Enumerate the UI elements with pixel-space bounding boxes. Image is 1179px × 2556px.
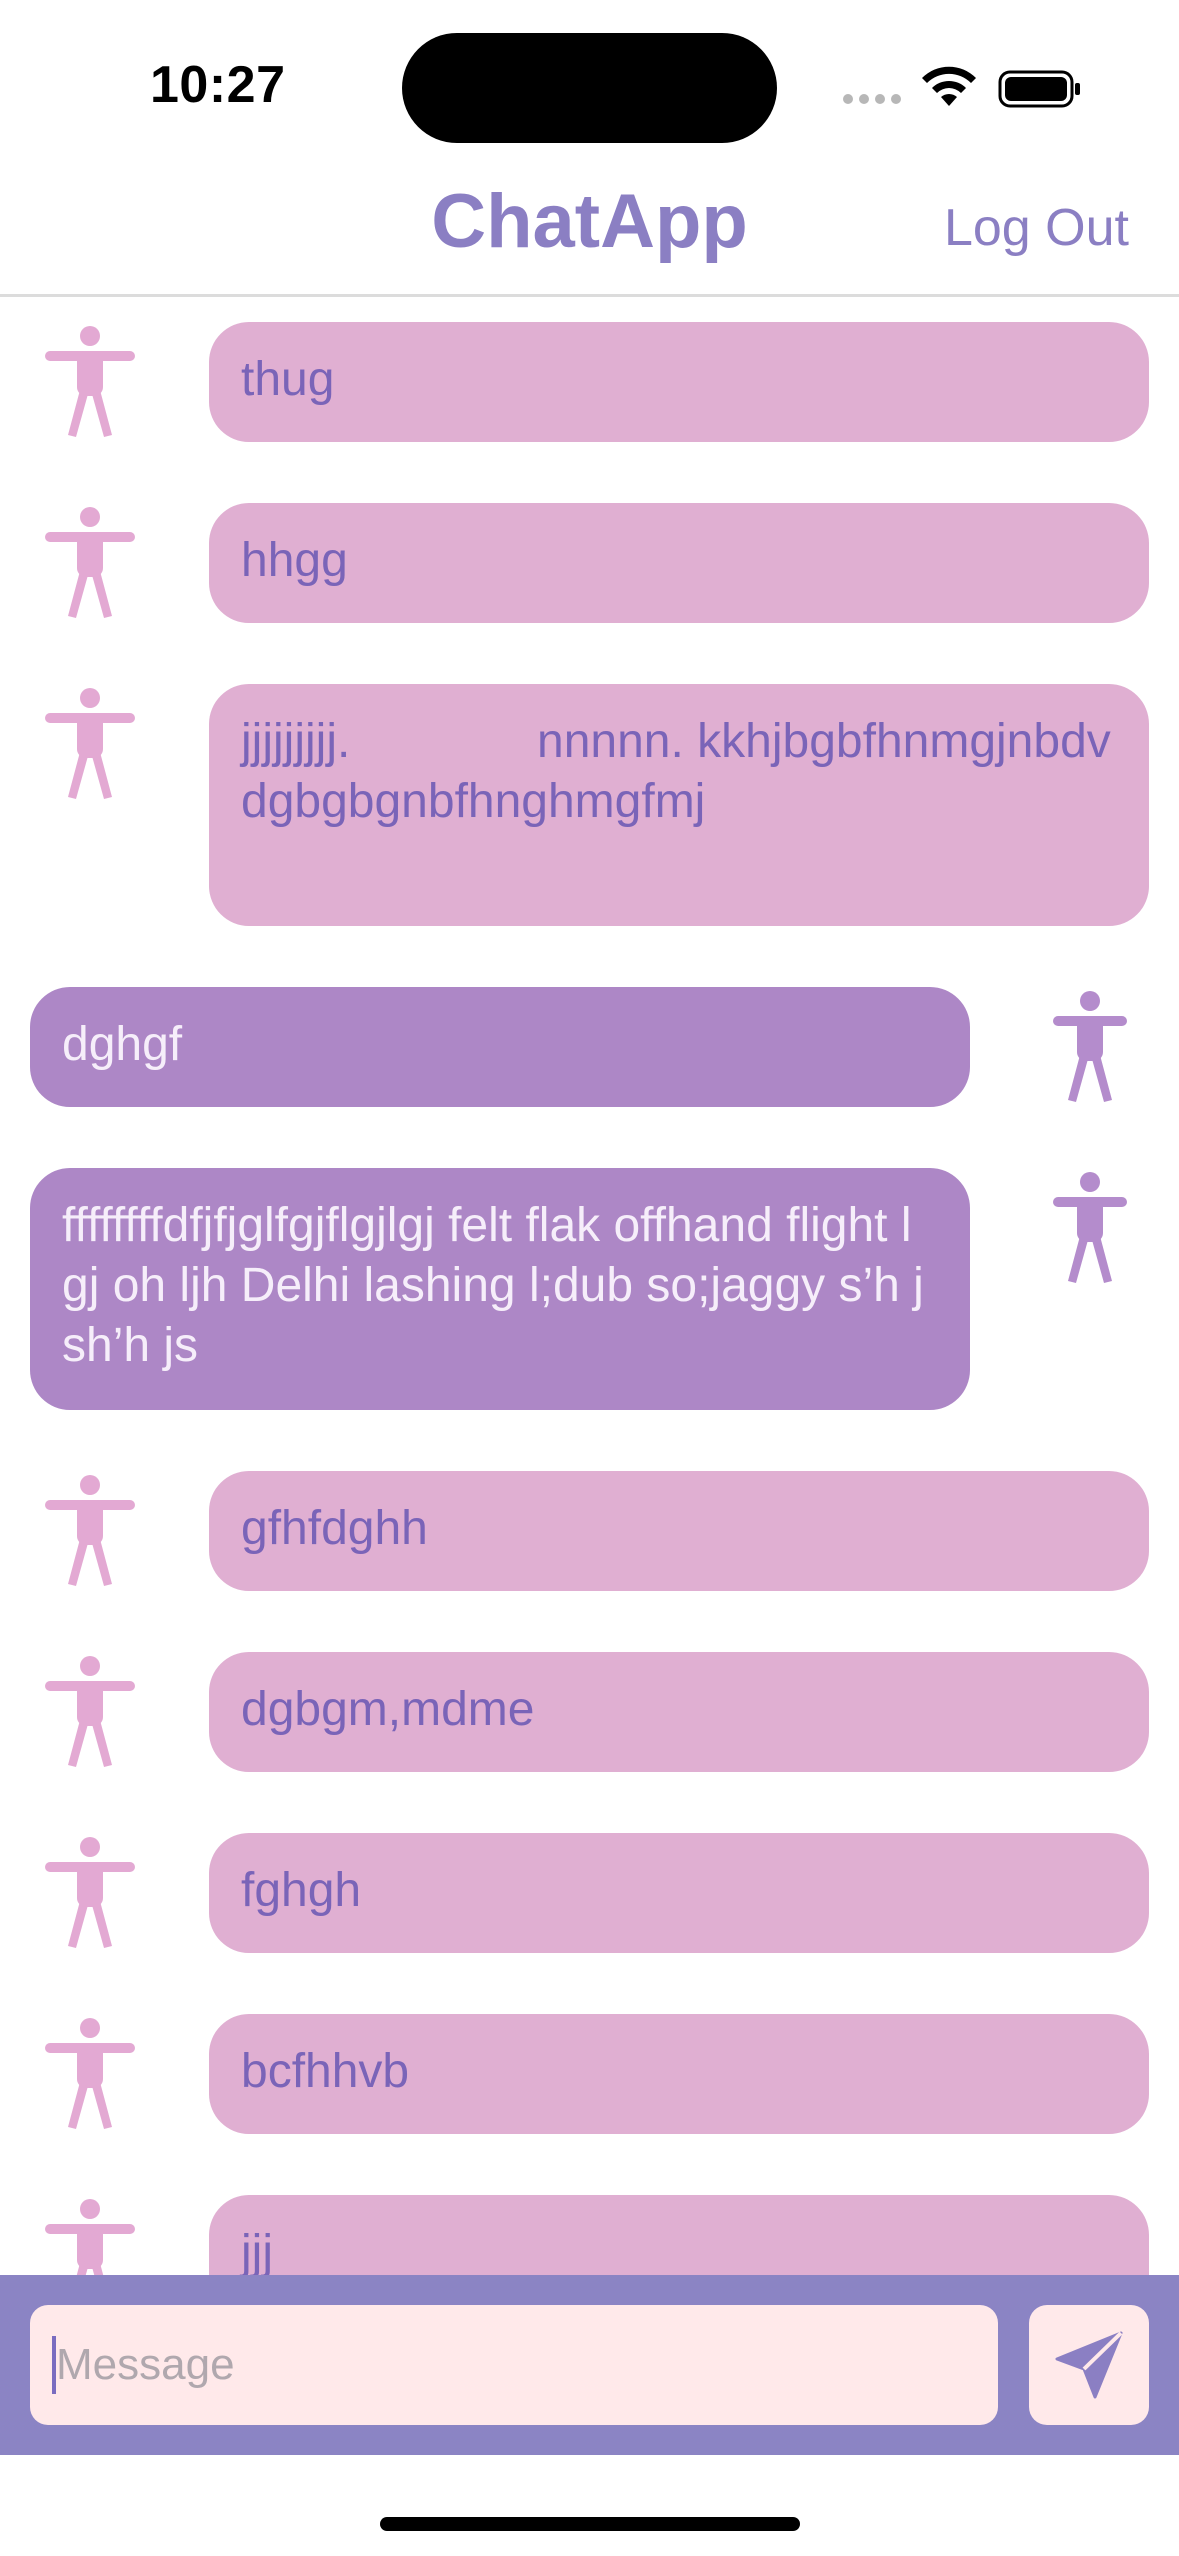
message-bubble: fghgh xyxy=(209,1833,1149,1953)
cellular-signal-icon xyxy=(843,94,903,106)
message-bubble: gfhfdghh xyxy=(209,1471,1149,1591)
message-row: jjjjjjjjj. nnnnn. kkhjbgbfhnmgjnbdvdgbgb… xyxy=(0,684,1179,926)
message-row: hhgg xyxy=(0,503,1179,623)
person-icon xyxy=(45,2199,135,2275)
logout-button[interactable]: Log Out xyxy=(944,198,1129,258)
message-row: dghgf xyxy=(0,987,1179,1107)
message-input[interactable] xyxy=(30,2305,998,2425)
send-button[interactable] xyxy=(1029,2305,1149,2425)
message-bubble: hhgg xyxy=(209,503,1149,623)
person-icon xyxy=(45,326,135,437)
person-icon xyxy=(45,1475,135,1586)
wifi-icon xyxy=(922,66,976,106)
person-icon xyxy=(45,1656,135,1767)
text-caret xyxy=(52,2336,56,2394)
nav-bar: ChatApp Log Out xyxy=(0,170,1179,297)
status-time: 10:27 xyxy=(150,56,286,114)
send-icon xyxy=(1055,2331,1123,2399)
message-bubble: ffffffffdfjfjglfgjflgjlgj felt flak offh… xyxy=(30,1168,970,1410)
status-bar: 10:27 xyxy=(0,0,1179,170)
person-icon xyxy=(1053,1172,1127,1283)
message-bubble: jjjjjjjjj. nnnnn. kkhjbgbfhnmgjnbdvdgbgb… xyxy=(209,684,1149,926)
message-row: ffffffffdfjfjglfgjflgjlgj felt flak offh… xyxy=(0,1168,1179,1410)
person-icon xyxy=(45,688,135,799)
message-row: gfhfdghh xyxy=(0,1471,1179,1591)
person-icon xyxy=(45,2018,135,2129)
battery-icon xyxy=(998,70,1080,108)
dynamic-island xyxy=(402,33,777,143)
message-bubble: jjj xyxy=(209,2195,1149,2275)
composer-bar xyxy=(0,2275,1179,2455)
message-row: dgbgm,mdme xyxy=(0,1652,1179,1772)
person-icon xyxy=(45,507,135,618)
message-row: thug xyxy=(0,322,1179,442)
message-bubble: bcfhhvb xyxy=(209,2014,1149,2134)
home-indicator[interactable] xyxy=(380,2517,800,2531)
person-icon xyxy=(1053,991,1127,1102)
message-bubble: dghgf xyxy=(30,987,970,1107)
message-row: jjj xyxy=(0,2195,1179,2275)
message-bubble: dgbgm,mdme xyxy=(209,1652,1149,1772)
message-bubble: thug xyxy=(209,322,1149,442)
message-list[interactable]: thug hhgg jjjjjjjjj. nnnnn. kkhjbgbfhnmg… xyxy=(0,297,1179,2275)
message-row: bcfhhvb xyxy=(0,2014,1179,2134)
person-icon xyxy=(45,1837,135,1948)
message-row: fghgh xyxy=(0,1833,1179,1953)
